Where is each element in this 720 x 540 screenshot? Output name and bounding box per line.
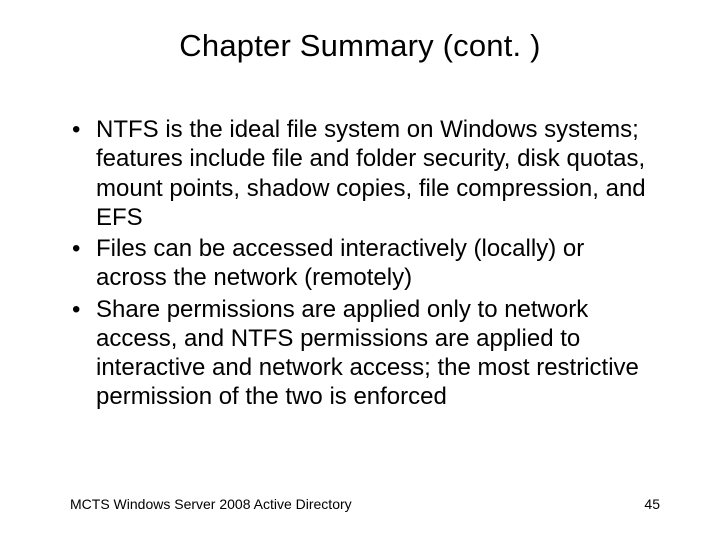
slide-title: Chapter Summary (cont. ) xyxy=(0,28,720,64)
bullet-item: Share permissions are applied only to ne… xyxy=(70,295,660,412)
footer-source: MCTS Windows Server 2008 Active Director… xyxy=(70,496,352,512)
page-number: 45 xyxy=(644,496,660,512)
bullet-list: NTFS is the ideal file system on Windows… xyxy=(70,115,660,412)
bullet-item: NTFS is the ideal file system on Windows… xyxy=(70,115,660,232)
slide: Chapter Summary (cont. ) NTFS is the ide… xyxy=(0,0,720,540)
bullet-item: Files can be accessed interactively (loc… xyxy=(70,234,660,293)
bullet-text: NTFS is the ideal file system on Windows… xyxy=(96,116,646,231)
bullet-text: Share permissions are applied only to ne… xyxy=(96,296,639,411)
bullet-text: Files can be accessed interactively (loc… xyxy=(96,235,584,291)
slide-body: NTFS is the ideal file system on Windows… xyxy=(70,115,660,414)
